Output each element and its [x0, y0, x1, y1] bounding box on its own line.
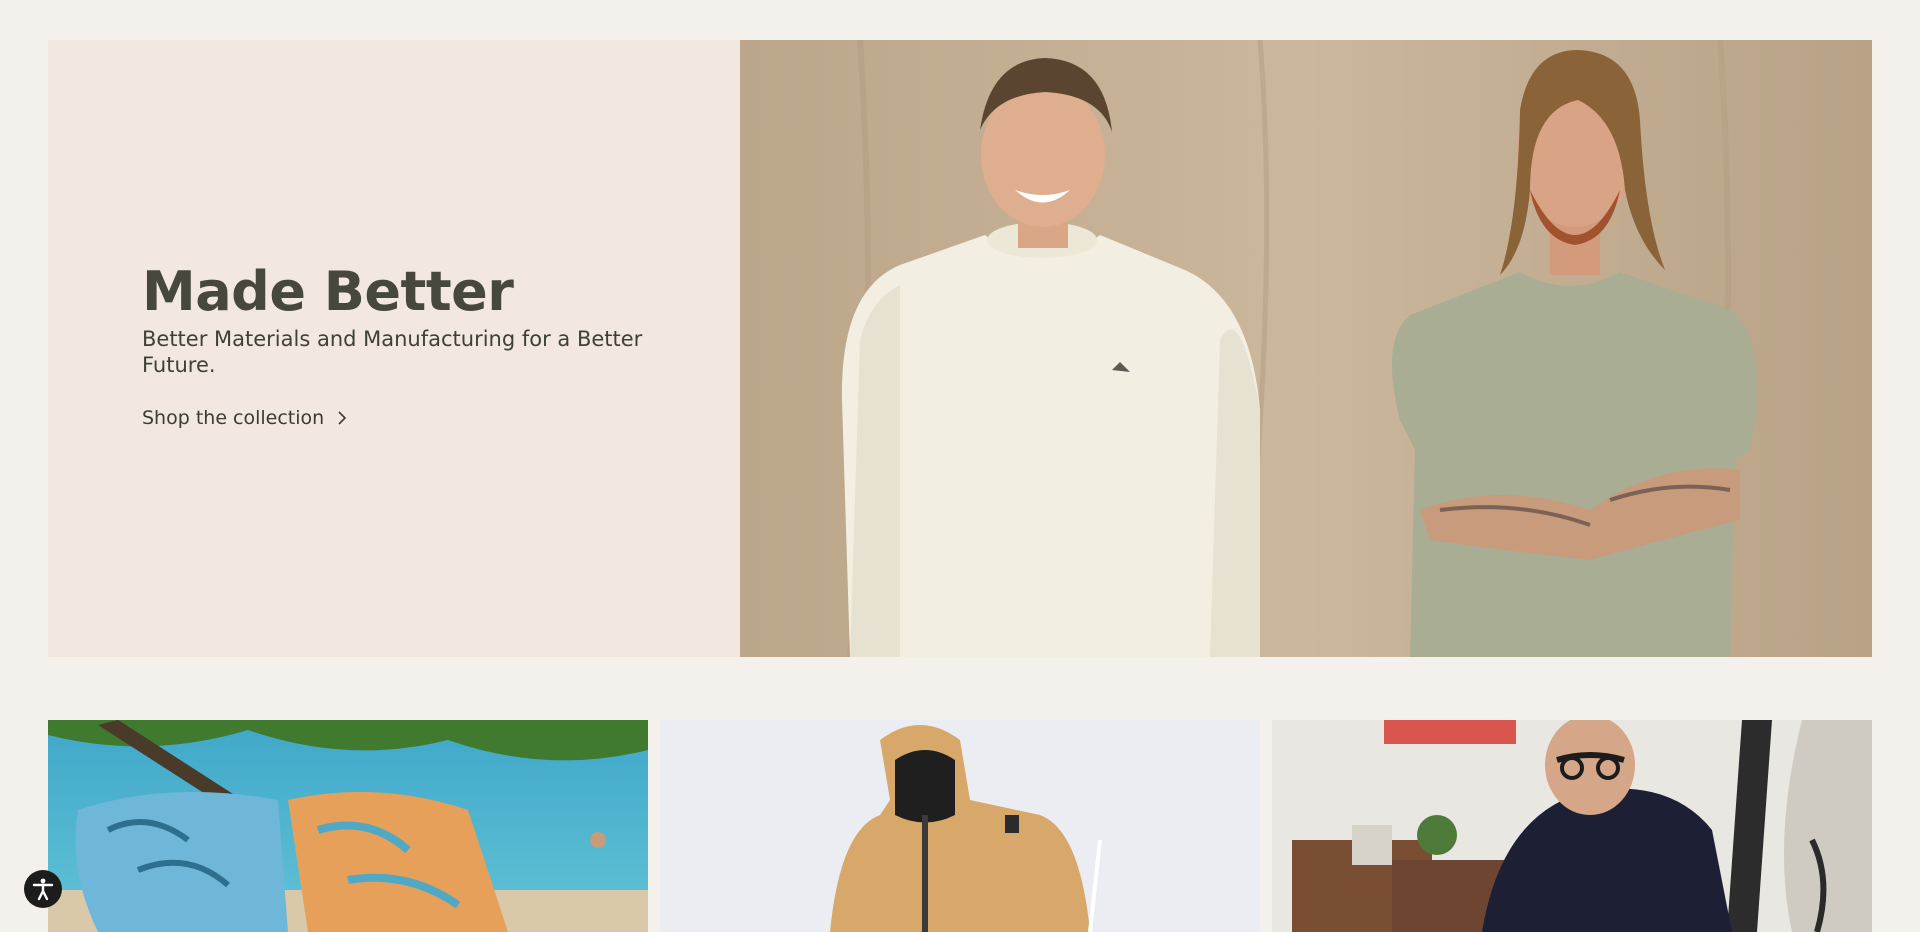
- tile-surfboard-shaper[interactable]: [1272, 720, 1872, 932]
- shop-collection-label: Shop the collection: [142, 406, 325, 429]
- snow-jacket-photo: [660, 720, 1260, 932]
- tile-snow-jacket[interactable]: [660, 720, 1260, 932]
- shop-collection-link[interactable]: Shop the collection: [142, 407, 350, 429]
- hero-banner: Made Better Better Materials and Manufac…: [48, 40, 1872, 657]
- hero-title: Made Better: [142, 260, 514, 323]
- two-models-photo: [740, 40, 1872, 657]
- page: Made Better Better Materials and Manufac…: [0, 0, 1920, 932]
- hero-copy: Made Better Better Materials and Manufac…: [142, 262, 662, 429]
- tile-boardshorts[interactable]: [48, 720, 648, 932]
- hero-subtitle: Better Materials and Manufacturing for a…: [142, 327, 643, 377]
- hero-image[interactable]: [740, 40, 1872, 657]
- category-tiles: [48, 720, 1872, 932]
- accessibility-icon: [32, 878, 54, 901]
- surfboard-shaper-photo: [1272, 720, 1872, 932]
- chevron-right-icon: [338, 411, 347, 425]
- hero-text-panel: Made Better Better Materials and Manufac…: [48, 40, 740, 657]
- boardshorts-beach-photo: [48, 720, 648, 932]
- accessibility-button[interactable]: [24, 870, 62, 908]
